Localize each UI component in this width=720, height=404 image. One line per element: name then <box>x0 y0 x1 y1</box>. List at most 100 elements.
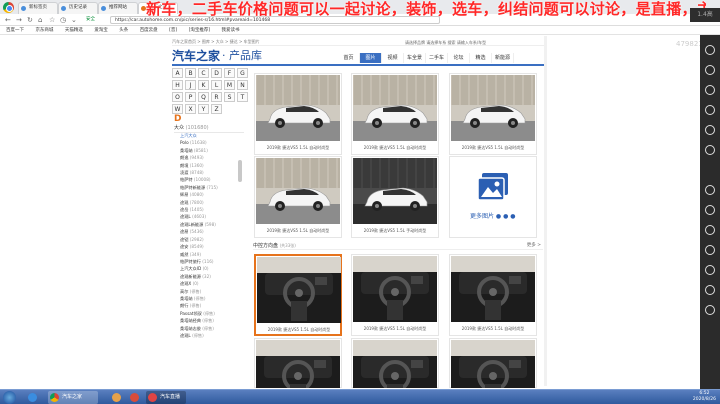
taskbar-app[interactable] <box>26 391 38 404</box>
model-item[interactable]: 途观新能源 (32) <box>180 273 246 280</box>
history-icon[interactable]: ◷ <box>60 16 66 24</box>
browser-tab[interactable]: 新标签页 <box>18 2 58 14</box>
chevron-down-icon[interactable]: ⌄ <box>71 16 77 24</box>
tab-used-car[interactable]: 二手车 <box>426 53 448 63</box>
letter-l[interactable]: L <box>211 80 222 90</box>
letter-a[interactable]: A <box>172 68 183 78</box>
browser-tab[interactable]: 历史记录 <box>58 2 98 14</box>
volume-icon[interactable] <box>705 285 715 295</box>
model-item[interactable]: 途岳 (1405) <box>180 206 246 213</box>
model-item[interactable]: 途观 (7800) <box>180 199 246 206</box>
letter-w[interactable]: W <box>172 104 183 114</box>
exterior-photo[interactable]: 2019款 捷达VS5 1.5L 自动时尚型 <box>254 73 342 155</box>
tab-panorama[interactable]: 车全景 <box>404 53 426 63</box>
start-button[interactable] <box>3 391 16 404</box>
tab-pictures[interactable]: 图片 <box>360 53 382 63</box>
page-scrollbar[interactable] <box>544 36 547 386</box>
home-icon[interactable]: ⌂ <box>38 16 42 24</box>
model-item[interactable]: 上汽大众ID (0) <box>180 265 246 272</box>
forward-icon[interactable]: → <box>16 16 22 24</box>
model-item[interactable]: 途观L新能源 (598) <box>180 221 246 228</box>
list-icon[interactable] <box>705 245 715 255</box>
interior-photo[interactable] <box>351 338 439 388</box>
bookmark-item[interactable]: [淘宝推荐] <box>189 28 211 33</box>
letter-p[interactable]: P <box>185 92 196 102</box>
letter-c[interactable]: C <box>198 68 209 78</box>
letter-g[interactable]: G <box>237 68 248 78</box>
model-item[interactable]: 朗行 (停售) <box>180 302 246 309</box>
bookmark-item[interactable]: [音] <box>169 28 177 33</box>
chat-icon[interactable] <box>705 85 715 95</box>
bookmark-item[interactable]: 百度一下 <box>6 28 24 33</box>
model-item[interactable]: 凌渡 (8748) <box>180 169 246 176</box>
exterior-photo[interactable]: 2019款 捷达VS5 1.5L 手动时尚型 <box>351 156 439 238</box>
model-item[interactable]: 朗逸 (9493) <box>180 154 246 161</box>
taskbar-app[interactable] <box>110 391 124 404</box>
share-icon[interactable] <box>705 45 715 55</box>
model-item[interactable]: 上汽大众 <box>180 132 246 139</box>
model-item[interactable]: 辉昂 (4080) <box>180 191 246 198</box>
letter-k[interactable]: K <box>198 80 209 90</box>
interior-photo[interactable]: 2019款 捷达VS5 1.5L 自动时尚型 <box>449 254 537 336</box>
tab-video[interactable]: 视频 <box>382 53 404 63</box>
fullscreen-icon[interactable] <box>705 305 715 315</box>
letter-z[interactable]: Z <box>211 104 222 114</box>
letter-x[interactable]: X <box>185 104 196 114</box>
letter-h[interactable]: H <box>172 80 183 90</box>
bookmark-item[interactable]: 我爱读书 <box>222 28 240 33</box>
model-item[interactable]: 途铠 (2982) <box>180 236 246 243</box>
back-icon[interactable]: ← <box>5 16 11 24</box>
model-item[interactable]: 桑塔纳 (停售) <box>180 295 246 302</box>
user-icon[interactable] <box>705 185 715 195</box>
interior-photo[interactable] <box>449 338 537 388</box>
exterior-photo[interactable]: 2019款 捷达VS5 1.5L 自动时尚型 <box>254 156 342 238</box>
star-icon[interactable]: ☆ <box>49 16 55 24</box>
camera-icon[interactable] <box>705 145 715 155</box>
interior-photo[interactable]: 2019款 捷达VS5 1.5L 自动时尚型 <box>351 254 439 336</box>
exterior-photo[interactable]: 2019款 捷达VS5 1.5L 自动时尚型 <box>449 73 537 155</box>
model-item[interactable]: 桑塔纳 (8581) <box>180 147 246 154</box>
model-item[interactable]: 途观L (4603) <box>180 213 246 220</box>
letter-t[interactable]: T <box>237 92 248 102</box>
model-item[interactable]: 途观L (停售) <box>180 332 246 339</box>
bookmark-item[interactable]: 京东商城 <box>35 28 53 33</box>
letter-s[interactable]: S <box>224 92 235 102</box>
tab-featured[interactable]: 精选 <box>470 53 492 63</box>
model-item[interactable]: 途观X (0) <box>180 280 246 287</box>
interior-photo[interactable]: 2019款 捷达VS5 1.5L 自动时尚型 <box>254 254 342 336</box>
model-item[interactable]: 桑塔纳经典 (停售) <box>180 317 246 324</box>
grid-icon[interactable] <box>705 225 715 235</box>
letter-y[interactable]: Y <box>198 104 209 114</box>
bookmark-item[interactable]: 百度云盘 <box>140 28 158 33</box>
taskbar-app[interactable] <box>128 391 142 404</box>
taskbar-browser[interactable]: 汽车之家 <box>48 391 98 404</box>
mic-icon[interactable] <box>705 125 715 135</box>
model-item[interactable]: Polo (11638) <box>180 139 246 146</box>
tab-new-energy[interactable]: 新能源 <box>492 53 514 63</box>
letter-j[interactable]: J <box>185 80 196 90</box>
settings-icon[interactable] <box>705 65 715 75</box>
bookmark-item[interactable]: 天猫精选 <box>65 28 83 33</box>
exterior-photo[interactable]: 2019款 捷达VS5 1.5L 自动时尚型 <box>351 73 439 155</box>
star-icon[interactable] <box>705 205 715 215</box>
system-clock[interactable]: 6:52 2020/8/26 <box>693 391 716 403</box>
letter-n[interactable]: N <box>237 80 248 90</box>
model-item[interactable]: 途安 (8549) <box>180 243 246 250</box>
letter-d[interactable]: D <box>211 68 222 78</box>
model-item[interactable]: 朗境 (1360) <box>180 162 246 169</box>
model-item[interactable]: 帕萨特 (10008) <box>180 176 246 183</box>
more-photos-card[interactable]: 更多图片 ● ● ● <box>449 156 537 238</box>
taskbar-live[interactable]: 汽车直播 <box>146 391 186 404</box>
tab-home[interactable]: 首页 <box>338 53 360 63</box>
tab-forum[interactable]: 论坛 <box>448 53 470 63</box>
model-item[interactable]: 帕萨特旅行 (116) <box>180 258 246 265</box>
letter-r[interactable]: R <box>211 92 222 102</box>
model-item[interactable]: 帕萨特新能源 (715) <box>180 184 246 191</box>
section-more-link[interactable]: 更多 > <box>527 241 541 250</box>
model-item[interactable]: 桑塔纳志俊 (停售) <box>180 325 246 332</box>
chrome-logo-icon[interactable] <box>3 2 14 13</box>
gift-icon[interactable] <box>705 105 715 115</box>
model-item[interactable]: 途昂 (5436) <box>180 228 246 235</box>
letter-f[interactable]: F <box>224 68 235 78</box>
reload-icon[interactable]: ↻ <box>27 16 33 24</box>
